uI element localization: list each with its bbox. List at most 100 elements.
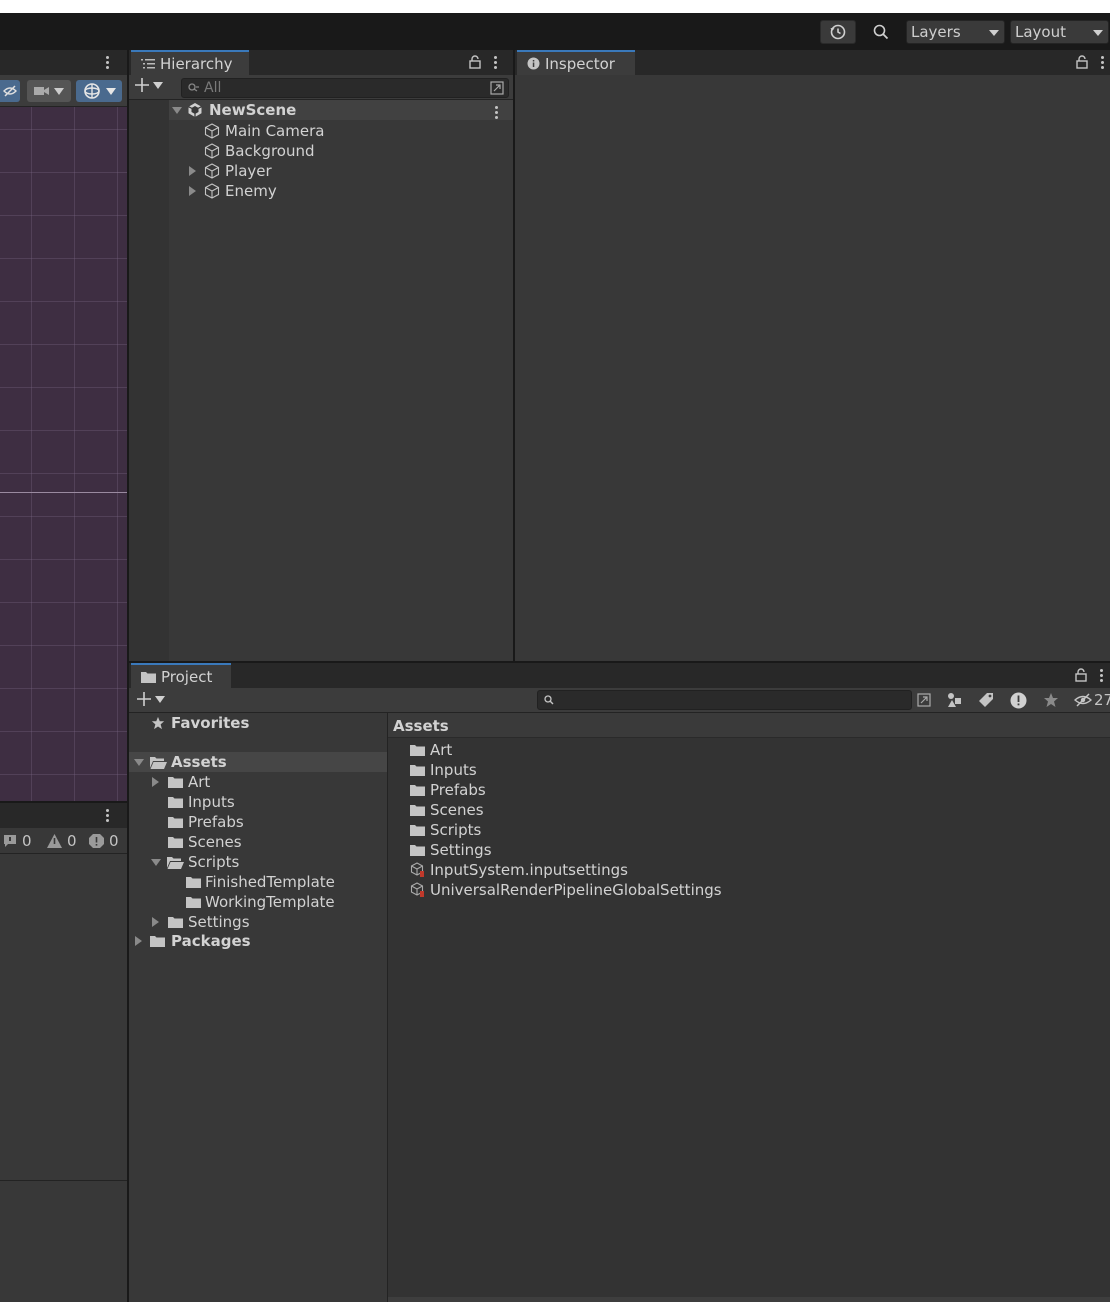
inspector-panel (515, 75, 1110, 661)
hierarchy-more-icon[interactable] (494, 56, 497, 69)
filter-issues-button[interactable] (1003, 689, 1033, 711)
console-log-area[interactable] (0, 854, 127, 1302)
hierarchy-item-enemy[interactable]: Enemy (189, 181, 277, 201)
filter-by-label-button[interactable] (971, 689, 1001, 711)
tree-item-art[interactable]: Art (152, 772, 210, 792)
favorites-filter-button[interactable] (1036, 689, 1066, 711)
folder-icon (410, 745, 425, 756)
console-more-icon[interactable] (106, 809, 109, 822)
scene-header[interactable]: NewScene (172, 100, 296, 120)
layers-dropdown-label: Layers (911, 23, 961, 41)
console-tab-bar (0, 803, 127, 828)
visibility-toggle-button[interactable] (0, 80, 20, 102)
hidden-packages-count: 27 (1094, 691, 1110, 709)
hierarchy-item-player[interactable]: Player (189, 161, 272, 181)
inspector-tab-bar: Inspector (515, 50, 1110, 75)
gameobject-cube-icon (204, 183, 220, 199)
asset-item-label: Inputs (430, 761, 477, 779)
camera-dropdown[interactable] (27, 80, 71, 102)
expand-arrow-icon[interactable] (152, 917, 159, 927)
hidden-packages-toggle[interactable]: 27 (1074, 691, 1110, 709)
tree-item-label: FinishedTemplate (205, 873, 335, 891)
expand-arrow-icon[interactable] (135, 936, 142, 946)
gizmos-dropdown[interactable] (76, 80, 122, 102)
console-info-toggle[interactable]: 0 (2, 832, 32, 850)
tree-item-label: Favorites (171, 714, 250, 732)
chevron-down-icon (155, 695, 165, 703)
tree-item-label: Packages (171, 932, 251, 950)
tree-item-assets[interactable]: Assets (134, 752, 227, 772)
folder-icon (410, 785, 425, 796)
scene-more-icon[interactable] (106, 56, 109, 69)
expand-arrow-icon[interactable] (151, 858, 161, 866)
lock-icon[interactable] (1076, 55, 1088, 69)
tree-item-prefabs[interactable]: Prefabs (168, 812, 244, 832)
expand-arrow-icon[interactable] (189, 166, 196, 176)
search-button[interactable] (862, 20, 900, 44)
tab-hierarchy[interactable]: Hierarchy (131, 50, 249, 75)
tree-item-inputs[interactable]: Inputs (168, 792, 235, 812)
asset-item-urp-global-settings[interactable]: UniversalRenderPipelineGlobalSettings (410, 880, 722, 900)
expand-arrow-icon[interactable] (189, 186, 196, 196)
warning-icon (47, 834, 62, 848)
asset-item-scripts[interactable]: Scripts (410, 820, 481, 840)
asset-item-scenes[interactable]: Scenes (410, 800, 484, 820)
expand-arrow-icon[interactable] (134, 758, 144, 766)
create-object-button[interactable] (135, 78, 163, 92)
hierarchy-list-icon (141, 58, 155, 68)
inspector-more-icon[interactable] (1101, 56, 1104, 69)
create-asset-button[interactable] (137, 692, 165, 706)
zoom-slider-bar[interactable] (388, 1297, 1110, 1302)
console-warning-toggle[interactable]: 0 (46, 832, 77, 850)
scene-name: NewScene (209, 101, 297, 119)
asset-item-inputsystem[interactable]: InputSystem.inputsettings (410, 860, 628, 880)
tree-item-settings[interactable]: Settings (152, 912, 250, 932)
hierarchy-item-background[interactable]: Background (204, 141, 315, 161)
alert-icon (1010, 692, 1026, 708)
expand-arrow-icon[interactable] (152, 777, 159, 787)
tree-item-scenes[interactable]: Scenes (168, 832, 242, 852)
search-icon (544, 695, 554, 705)
layout-dropdown[interactable]: Layout (1010, 20, 1109, 44)
tab-project[interactable]: Project (131, 663, 231, 688)
search-scope-icon[interactable] (917, 693, 931, 707)
folder-icon (141, 671, 156, 683)
tree-item-label: Inputs (188, 793, 235, 811)
lock-icon[interactable] (469, 55, 481, 69)
scene-viewport[interactable] (0, 107, 127, 801)
star-icon (151, 716, 165, 730)
asset-item-prefabs[interactable]: Prefabs (410, 780, 486, 800)
chevron-down-icon (54, 87, 64, 95)
asset-item-art[interactable]: Art (410, 740, 452, 760)
scene-more-icon[interactable] (495, 106, 498, 119)
history-button[interactable] (820, 20, 856, 44)
console-toolbar: 0 0 0 (0, 828, 127, 854)
camera-icon (34, 87, 49, 95)
scene-tab-bar (0, 50, 127, 75)
project-more-icon[interactable] (1100, 669, 1103, 682)
folder-icon (410, 825, 425, 836)
layers-dropdown[interactable]: Layers (906, 20, 1005, 44)
asset-item-inputs[interactable]: Inputs (410, 760, 477, 780)
chevron-down-icon (1093, 30, 1103, 36)
filter-by-type-button[interactable] (939, 689, 969, 711)
breadcrumb-assets[interactable]: Assets (393, 717, 449, 735)
asset-item-settings[interactable]: Settings (410, 840, 492, 860)
tree-item-scripts[interactable]: Scripts (151, 852, 239, 872)
tree-item-finished-template[interactable]: FinishedTemplate (186, 872, 335, 892)
hierarchy-search-input[interactable]: All (181, 78, 509, 98)
tree-item-working-template[interactable]: WorkingTemplate (186, 892, 335, 912)
hierarchy-item-main-camera[interactable]: Main Camera (204, 121, 324, 141)
scene-visibility-icon[interactable] (490, 81, 504, 95)
lock-icon[interactable] (1075, 668, 1087, 682)
tab-inspector[interactable]: Inspector (517, 50, 635, 75)
project-search-input[interactable] (537, 690, 912, 710)
main-toolbar: Layers Layout (0, 13, 1110, 50)
tree-item-packages[interactable]: Packages (135, 931, 251, 951)
tree-item-favorites[interactable]: Favorites (151, 713, 249, 733)
console-error-toggle[interactable]: 0 (88, 832, 119, 850)
info-circle-icon (527, 57, 540, 70)
eye-slash-icon (3, 85, 17, 97)
asset-item-label: Scenes (430, 801, 484, 819)
hierarchy-item-label: Main Camera (225, 122, 325, 140)
